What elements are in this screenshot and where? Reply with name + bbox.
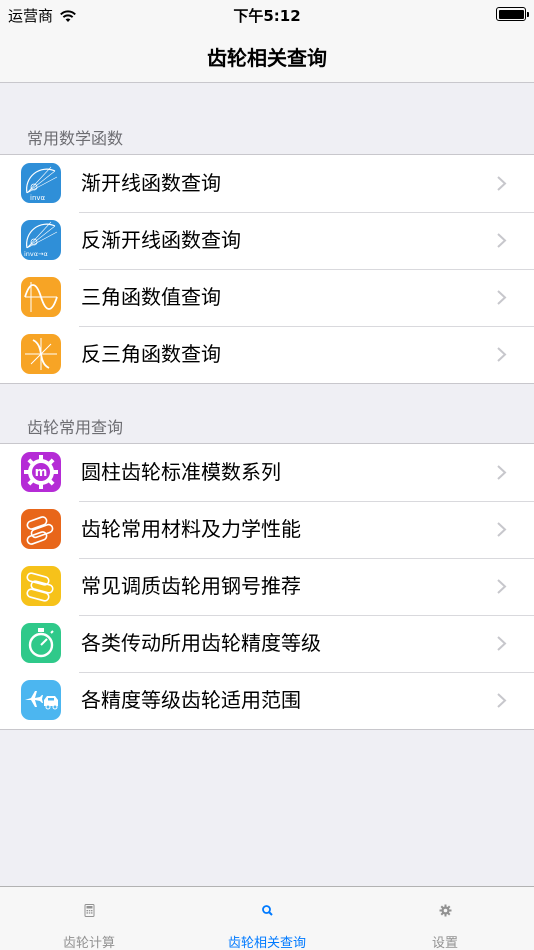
tab-label: 设置 xyxy=(431,936,458,950)
chevron-right-icon xyxy=(495,464,509,481)
chevron-right-icon xyxy=(495,175,509,192)
battery-icon xyxy=(496,7,529,21)
svg-text:m: m xyxy=(35,465,48,479)
svg-text:invα→α: invα→α xyxy=(24,250,48,258)
chevron-right-icon xyxy=(495,346,509,363)
inverse-involute-function-icon: invα→α xyxy=(21,220,61,260)
steel-bars-icon xyxy=(21,566,61,606)
list-item-label: 反三角函数查询 xyxy=(81,342,221,366)
navigation-bar: 齿轮相关查询 xyxy=(0,30,534,83)
list-item-inverse-involute[interactable]: invα→α 反渐开线函数查询 xyxy=(0,212,534,269)
tab-label: 齿轮相关查询 xyxy=(227,936,306,950)
page-title: 齿轮相关查询 xyxy=(207,45,327,70)
list-item-precision-grade[interactable]: 各类传动所用齿轮精度等级 xyxy=(0,615,534,672)
svg-text:invα: invα xyxy=(30,194,46,202)
list-item-label: 各精度等级齿轮适用范围 xyxy=(81,688,301,712)
list-item-label: 各类传动所用齿轮精度等级 xyxy=(81,631,321,655)
status-time: 下午5:12 xyxy=(233,7,301,25)
tab-gear-calculation[interactable]: 齿轮计算 xyxy=(0,887,178,950)
list-item-label: 反渐开线函数查询 xyxy=(81,228,241,252)
list-item-label: 渐开线函数查询 xyxy=(81,171,221,195)
list-item-steel-grades[interactable]: 常见调质齿轮用钢号推荐 xyxy=(0,558,534,615)
list-item-label: 常见调质齿轮用钢号推荐 xyxy=(81,574,301,598)
inverse-trig-icon xyxy=(21,334,61,374)
list-item-label: 三角函数值查询 xyxy=(81,285,221,309)
sine-wave-icon xyxy=(21,277,61,317)
gear-module-icon: m xyxy=(21,452,61,492)
chevron-right-icon xyxy=(495,521,509,538)
tab-settings[interactable]: 设置 xyxy=(356,887,534,950)
plane-car-icon xyxy=(21,680,61,720)
list-item-label: 齿轮常用材料及力学性能 xyxy=(81,517,301,541)
material-bars-icon xyxy=(21,509,61,549)
tab-gear-queries[interactable]: 齿轮相关查询 xyxy=(178,887,356,950)
chevron-right-icon xyxy=(495,635,509,652)
list-item-application-range[interactable]: 各精度等级齿轮适用范围 xyxy=(0,672,534,729)
section-header-math: 常用数学函数 xyxy=(27,129,124,148)
chevron-right-icon xyxy=(495,692,509,709)
stopwatch-icon xyxy=(21,623,61,663)
list-item-trig[interactable]: 三角函数值查询 xyxy=(0,269,534,326)
list-item-gear-materials[interactable]: 齿轮常用材料及力学性能 xyxy=(0,501,534,558)
section-header-gear: 齿轮常用查询 xyxy=(27,418,124,437)
section-gear-queries: m 圆柱齿轮标准模数系列 齿轮常用材料及力学性能 常见调质齿轮用钢号推荐 各类传… xyxy=(0,443,534,730)
list-item-involute[interactable]: invα 渐开线函数查询 xyxy=(0,155,534,212)
list-item-label: 圆柱齿轮标准模数系列 xyxy=(81,460,281,484)
section-math-functions: invα 渐开线函数查询 invα→α 反渐开线函数查询 三角函数值查询 反三角… xyxy=(0,154,534,384)
list-item-inverse-trig[interactable]: 反三角函数查询 xyxy=(0,326,534,383)
gear-icon xyxy=(356,904,534,918)
tab-label: 齿轮计算 xyxy=(62,936,115,950)
chevron-right-icon xyxy=(495,232,509,249)
list-item-gear-module[interactable]: m 圆柱齿轮标准模数系列 xyxy=(0,444,534,501)
status-bar: 运营商 下午5:12 xyxy=(0,0,534,30)
chevron-right-icon xyxy=(495,289,509,306)
involute-function-icon: invα xyxy=(21,163,61,203)
chevron-right-icon xyxy=(495,578,509,595)
calculator-icon xyxy=(0,904,178,918)
tab-bar: 齿轮计算 齿轮相关查询 设置 xyxy=(0,886,534,950)
search-icon xyxy=(178,904,356,918)
